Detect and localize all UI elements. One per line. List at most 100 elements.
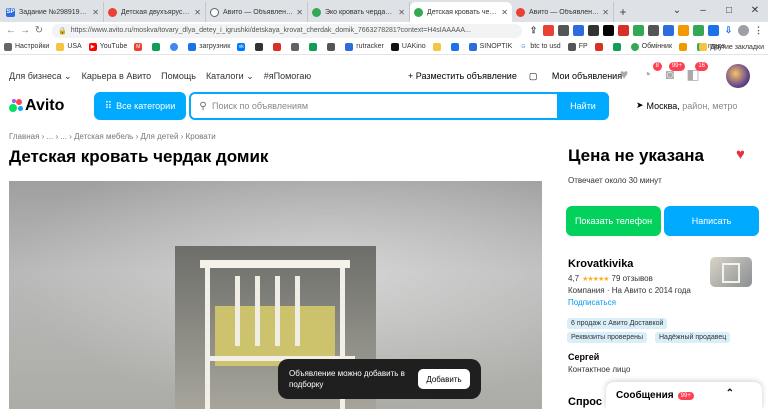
seller-rating[interactable]: 4,7 ★★★★★ 79 отзывов bbox=[568, 274, 653, 283]
reload-icon[interactable]: ↻ bbox=[32, 25, 46, 36]
bookmark-item[interactable]: SINOPTIK bbox=[468, 42, 512, 51]
find-button[interactable]: Найти bbox=[557, 92, 609, 120]
bookmark-item[interactable]: загрузник bbox=[188, 42, 230, 51]
close-tab-icon[interactable]: ✕ bbox=[296, 8, 303, 17]
bookmark-item[interactable]: rutracker bbox=[345, 42, 384, 51]
url-field[interactable]: 🔒 https://www.avito.ru/moskva/tovary_dly… bbox=[52, 23, 522, 38]
avatar[interactable] bbox=[726, 64, 750, 88]
bookmark-item[interactable] bbox=[612, 42, 624, 51]
extension-icon[interactable] bbox=[648, 25, 659, 36]
subscribe-link[interactable]: Подписаться bbox=[568, 298, 616, 307]
back-icon[interactable]: ← bbox=[4, 25, 18, 36]
add-button[interactable]: Добавить bbox=[418, 369, 470, 389]
browser-tab[interactable]: Авито — Объявления н ✕ bbox=[512, 2, 614, 22]
cart-icon[interactable]: ◧ 16 bbox=[685, 62, 708, 82]
show-phone-button[interactable]: Показать телефон bbox=[566, 206, 661, 236]
close-window-icon[interactable]: ✕ bbox=[742, 0, 768, 22]
bookmark-item[interactable] bbox=[432, 42, 444, 51]
extension-icon[interactable] bbox=[678, 25, 689, 36]
breadcrumb[interactable]: Главная › ... › ... › Детская мебель › Д… bbox=[9, 132, 216, 141]
nav-for-business[interactable]: Для бизнеса ⌄ bbox=[9, 71, 72, 82]
extension-icon[interactable] bbox=[603, 25, 614, 36]
bookmark-item[interactable] bbox=[450, 42, 462, 51]
browser-tab[interactable]: Авито — Объявления н ✕ bbox=[206, 2, 308, 22]
seller-name[interactable]: Krovatkivika bbox=[568, 258, 633, 270]
extension-icon[interactable] bbox=[708, 25, 719, 36]
write-message-button[interactable]: Написать bbox=[664, 206, 759, 236]
bookmark-item[interactable] bbox=[273, 42, 284, 51]
close-tab-icon[interactable]: ✕ bbox=[194, 8, 201, 17]
nav-career[interactable]: Карьера в Авито bbox=[82, 71, 152, 81]
seller-avatar[interactable] bbox=[710, 257, 752, 287]
forward-icon[interactable]: → bbox=[18, 25, 32, 36]
extension-icon bbox=[594, 42, 603, 51]
notifications-bell-icon[interactable]: ◔ 8 bbox=[639, 62, 662, 82]
close-tab-icon[interactable]: ✕ bbox=[602, 8, 609, 17]
extension-icon[interactable] bbox=[558, 25, 569, 36]
close-tab-icon[interactable]: ✕ bbox=[92, 8, 99, 17]
favorite-heart-icon[interactable]: ♥ bbox=[736, 146, 745, 163]
bookmark-item[interactable]: FP bbox=[567, 42, 588, 51]
extension-icon[interactable] bbox=[663, 25, 674, 36]
extension-icon[interactable] bbox=[633, 25, 644, 36]
chevron-up-icon[interactable]: ⌃ bbox=[726, 388, 734, 399]
messages-icon[interactable]: ◙ 99+ bbox=[662, 62, 685, 82]
bookmark-item[interactable] bbox=[327, 42, 338, 51]
avito-logo[interactable]: Avito bbox=[9, 97, 64, 115]
nav-ya-pomogayu[interactable]: #яПомогаю bbox=[264, 71, 311, 81]
bookmark-item[interactable]: vk bbox=[237, 42, 248, 51]
contact-role: Контактное лицо bbox=[568, 365, 631, 374]
tab-favicon-icon: SP bbox=[6, 7, 15, 17]
nav-help[interactable]: Помощь bbox=[161, 71, 196, 81]
user-icons: ♥ ◔ 8 ◙ 99+ ◧ 16 bbox=[616, 62, 708, 82]
maximize-icon[interactable]: □ bbox=[716, 0, 742, 22]
bookmark-item[interactable]: USA bbox=[56, 42, 82, 51]
tab-favicon-icon bbox=[312, 7, 321, 17]
nav-catalogs[interactable]: Каталоги ⌄ bbox=[206, 71, 254, 82]
browser-tab-active[interactable]: Детская кровать черда ✕ bbox=[410, 2, 512, 22]
extension-icon bbox=[291, 42, 300, 51]
messenger-panel[interactable]: Сообщения 99+ ⌃ bbox=[606, 382, 762, 409]
extension-icon bbox=[309, 42, 318, 51]
extension-icon[interactable] bbox=[588, 25, 599, 36]
other-bookmarks[interactable]: Другие закладки bbox=[699, 39, 764, 54]
minimize-icon[interactable]: – bbox=[690, 0, 716, 22]
browser-tab[interactable]: SP Задание №2989193 - пр ✕ bbox=[2, 2, 104, 22]
bookmark-item[interactable]: Обмінник bbox=[630, 42, 672, 51]
close-tab-icon[interactable]: ✕ bbox=[398, 8, 405, 17]
bookmark-item[interactable]: Настройки bbox=[4, 42, 49, 51]
extension-icon[interactable] bbox=[543, 25, 554, 36]
bookmark-item[interactable] bbox=[291, 42, 302, 51]
lock-icon[interactable]: 🔒 bbox=[58, 27, 67, 35]
menu-icon[interactable]: ⋮ bbox=[753, 25, 764, 36]
bookmark-item[interactable] bbox=[679, 42, 690, 51]
messages-badge: 99+ bbox=[668, 62, 685, 71]
all-categories-button[interactable]: ⠿ Все категории bbox=[94, 92, 186, 120]
profile-icon[interactable] bbox=[738, 25, 749, 36]
bookmark-item[interactable] bbox=[255, 42, 266, 51]
new-tab-button[interactable]: + bbox=[614, 2, 632, 22]
bookmark-item[interactable]: Gbtc to usd bbox=[519, 42, 561, 51]
favorites-heart-icon[interactable]: ♥ bbox=[616, 66, 632, 82]
location-selector[interactable]: ➤ Москва, район, метро bbox=[636, 100, 737, 111]
extension-icon[interactable] bbox=[573, 25, 584, 36]
extension-icon[interactable] bbox=[618, 25, 629, 36]
download-icon[interactable]: ⇩ bbox=[723, 25, 734, 36]
bookmark-item[interactable] bbox=[309, 42, 320, 51]
tab-search-icon[interactable]: ⌄ bbox=[664, 0, 690, 22]
tab-title: Детская двухъярусная bbox=[121, 8, 192, 16]
browser-tab[interactable]: Детская двухъярусная ✕ bbox=[104, 2, 206, 22]
drive-icon bbox=[152, 42, 161, 51]
share-icon[interactable]: ⇪ bbox=[528, 25, 539, 36]
bookmark-item[interactable]: UAKino bbox=[390, 42, 426, 51]
search-input[interactable] bbox=[212, 101, 562, 111]
post-ad-link[interactable]: + Разместить объявление bbox=[408, 71, 517, 81]
bookmark-item[interactable] bbox=[594, 42, 606, 51]
close-tab-icon[interactable]: ✕ bbox=[501, 8, 508, 17]
browser-tab[interactable]: Эко кровать чердак из ✕ bbox=[308, 2, 410, 22]
extension-icon[interactable] bbox=[693, 25, 704, 36]
bookmark-item[interactable] bbox=[170, 42, 181, 51]
bookmark-item[interactable]: M bbox=[134, 42, 145, 51]
bookmark-item[interactable] bbox=[152, 42, 163, 51]
bookmark-item[interactable]: ▶ YouTube bbox=[88, 42, 127, 51]
